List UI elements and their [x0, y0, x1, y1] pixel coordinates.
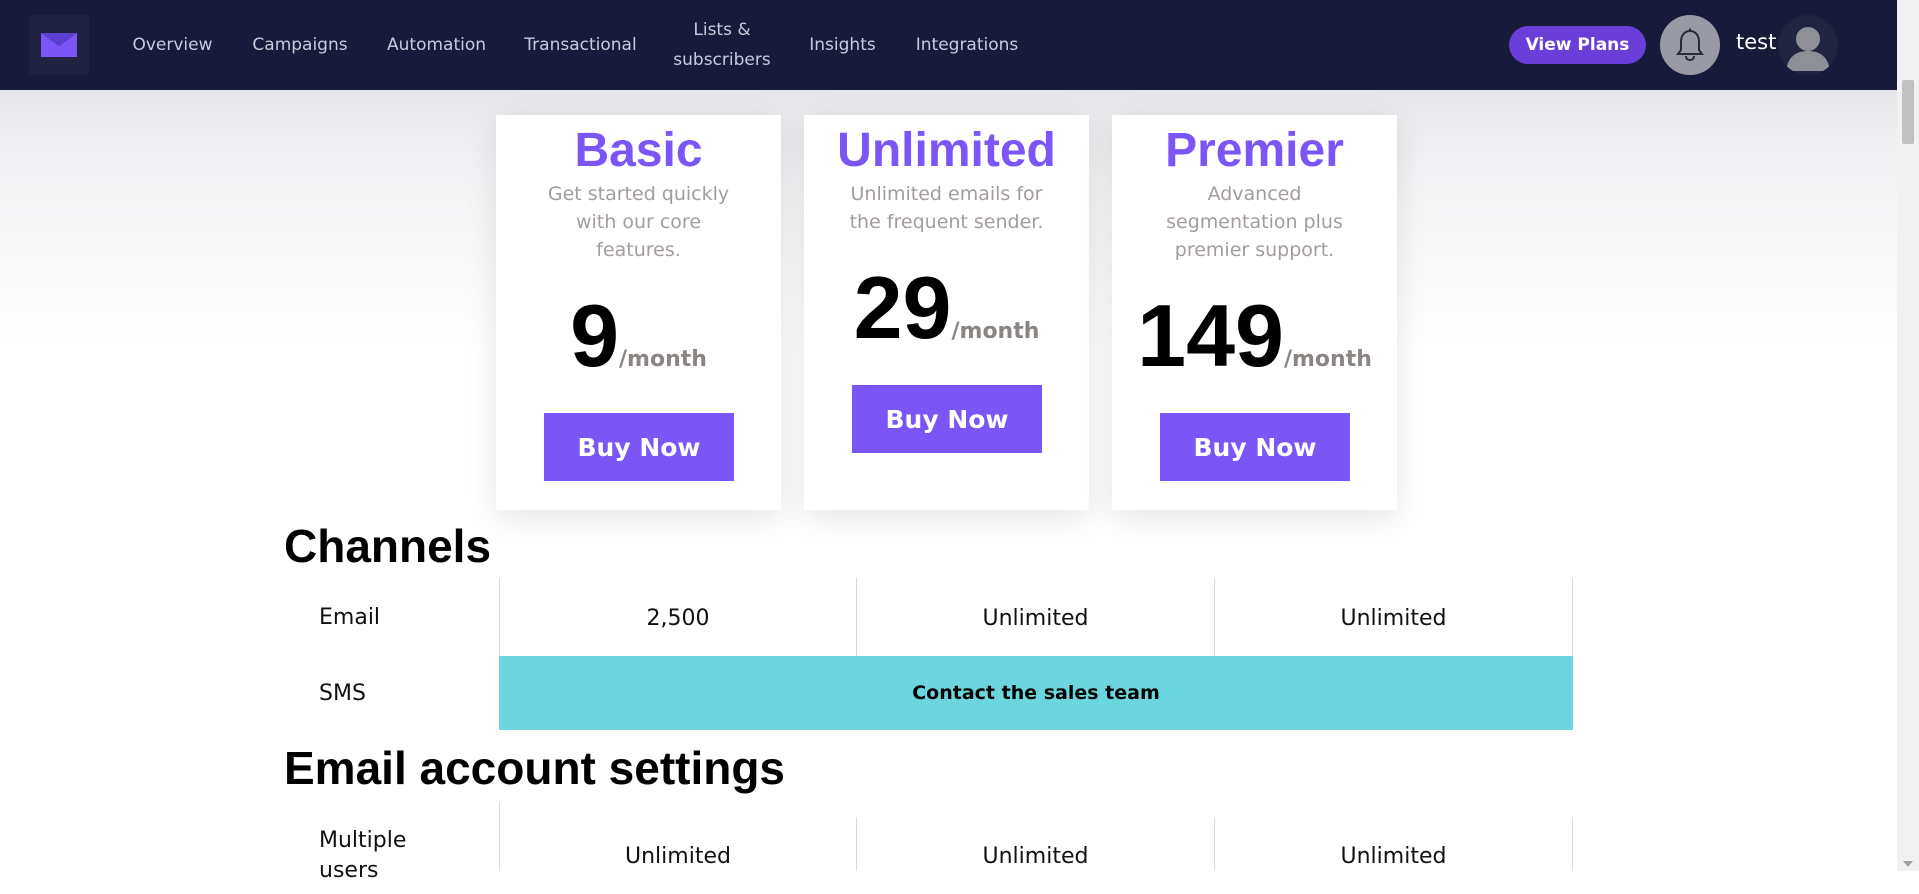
table-cell: Unlimited: [625, 843, 731, 869]
plan-name: Basic: [574, 124, 703, 177]
page-scrollbar[interactable]: [1897, 0, 1919, 871]
plan-name: Unlimited: [837, 124, 1056, 177]
top-navigation-bar: Overview Campaigns Automation Transactio…: [0, 0, 1897, 90]
price-value: 9: [570, 286, 620, 385]
buy-now-button-unlimited[interactable]: Buy Now: [852, 385, 1042, 453]
plan-description: Get started quickly with our core featur…: [547, 183, 730, 261]
sms-contact-sales-text: Contact the sales team: [912, 682, 1160, 704]
nav-transactional[interactable]: Transactional: [524, 0, 636, 90]
plan-price: 149/month: [1112, 285, 1397, 387]
view-plans-button[interactable]: View Plans: [1509, 26, 1646, 64]
nav-lists-subscribers[interactable]: Lists & subscribers: [672, 0, 772, 90]
price-period: /month: [1283, 347, 1372, 372]
table-cell: Unlimited: [1340, 605, 1447, 631]
bell-icon[interactable]: [1660, 15, 1720, 75]
price-value: 29: [853, 258, 952, 357]
plan-name: Premier: [1165, 124, 1344, 177]
plan-price: 9/month: [496, 285, 781, 387]
plan-description: Advanced segmentation plus premier suppo…: [1166, 183, 1343, 261]
nav-campaigns[interactable]: Campaigns: [252, 0, 347, 90]
row-label-sms: SMS: [319, 681, 366, 706]
buy-now-button-premier[interactable]: Buy Now: [1160, 413, 1350, 481]
plan-card-basic: Basic Get started quickly with our core …: [496, 115, 781, 510]
sms-contact-sales-banner: Contact the sales team: [499, 656, 1573, 730]
price-value: 149: [1137, 286, 1284, 385]
scrollbar-thumb[interactable]: [1902, 80, 1914, 144]
price-period: /month: [951, 319, 1040, 344]
plan-card-unlimited: Unlimited Unlimited emails for the frequ…: [804, 115, 1089, 510]
username-label[interactable]: test: [1736, 30, 1776, 54]
nav-integrations[interactable]: Integrations: [916, 0, 1019, 90]
table-cell: Unlimited: [1340, 843, 1447, 869]
plan-price: 29/month: [804, 257, 1089, 359]
table-cell: 2,500: [646, 605, 710, 631]
price-period: /month: [619, 347, 707, 372]
table-divider: [1572, 578, 1573, 656]
table-cell: Unlimited: [982, 605, 1089, 631]
nav-insights[interactable]: Insights: [809, 0, 875, 90]
table-divider: [1572, 817, 1573, 871]
buy-now-button-basic[interactable]: Buy Now: [544, 413, 734, 481]
section-title-email-settings: Email account settings: [284, 742, 786, 794]
plan-description: Unlimited emails for the frequent sender…: [849, 183, 1044, 233]
scroll-down-arrow-icon[interactable]: [1903, 861, 1913, 867]
user-avatar-icon[interactable]: [1778, 15, 1838, 75]
mail-logo-icon[interactable]: [29, 15, 89, 75]
table-cell: Unlimited: [982, 843, 1089, 869]
row-label-multiple-users: Multiple users: [319, 828, 407, 883]
plan-card-premier: Premier Advanced segmentation plus premi…: [1112, 115, 1397, 510]
nav-overview[interactable]: Overview: [132, 0, 212, 90]
section-title-channels: Channels: [284, 520, 492, 572]
nav-automation[interactable]: Automation: [387, 0, 486, 90]
row-label-email: Email: [319, 605, 381, 630]
